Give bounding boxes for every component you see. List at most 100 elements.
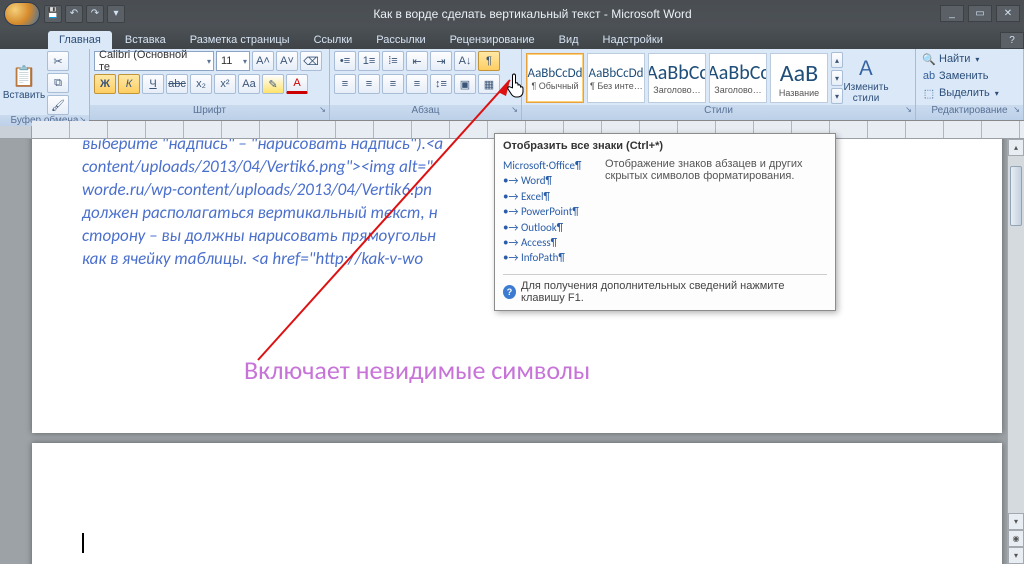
indent-inc-button[interactable]: ⇥ [430,51,452,71]
next-page-button[interactable]: ▾ [1008,547,1024,564]
indent-dec-button[interactable]: ⇤ [406,51,428,71]
doc-line: выберите "надпись" – "нарисовать надпись… [82,139,443,154]
borders-button[interactable]: ▦ [478,74,500,94]
clipboard-icon: 📋 [12,64,37,89]
group-font: Calibri (Основной те 11 A˄ A˅ ⌫ Ж К Ч ab… [90,49,330,120]
styles-scroll-down[interactable]: ▾ [831,70,843,86]
tooltip-desc: Отображение знаков абзацев и других скры… [605,158,827,266]
copy-button[interactable]: ⧉ [47,73,69,93]
tab-references[interactable]: Ссылки [303,31,364,49]
bold-button[interactable]: Ж [94,74,116,94]
text-cursor [82,533,84,553]
doc-line: content/uploads/2013/04/Vertik6.png"><im… [82,156,433,177]
maximize-button[interactable]: ▭ [968,5,992,22]
qat-save-icon[interactable]: 💾 [44,5,62,23]
tooltip-sample: Microsoft·Office¶ •→ Word¶ •→ Excel¶ •→ … [503,158,595,266]
clear-format-button[interactable]: ⌫ [300,51,322,71]
group-paragraph: •≡ 1≡ ⁞≡ ⇤ ⇥ A↓ ¶ ≡ ≡ ≡ ≡ ↕≡ ▣ ▦ Абзац [330,49,522,120]
change-styles-button[interactable]: Ａ Изменить стили [846,53,886,103]
group-editing: 🔍Найти▾ abЗаменить ⬚Выделить▾ Редактиров… [916,49,1024,120]
change-case-button[interactable]: Aa [238,74,260,94]
show-marks-button[interactable]: ¶ [478,51,500,71]
help-icon: ? [503,285,516,299]
find-icon: 🔍 [922,52,936,66]
grow-font-button[interactable]: A˄ [252,51,274,71]
doc-line: сторону – вы должны нарисовать прямоугол… [82,225,436,246]
scroll-down-button[interactable]: ▾ [1008,513,1024,530]
shading-button[interactable]: ▣ [454,74,476,94]
title-bar: 💾 ↶ ↷ ▾ Как в ворде сделать вертикальный… [0,0,1024,27]
paste-button[interactable]: 📋 Вставить [4,58,44,108]
office-button[interactable] [4,2,40,26]
line-spacing-button[interactable]: ↕≡ [430,74,452,94]
bullets-button[interactable]: •≡ [334,51,356,71]
font-color-button[interactable]: A [286,74,308,94]
underline-button[interactable]: Ч [142,74,164,94]
tab-addins[interactable]: Надстройки [592,31,674,49]
qat-undo-icon[interactable]: ↶ [65,5,83,23]
hand-cursor-icon [506,72,528,103]
tab-view[interactable]: Вид [548,31,590,49]
superscript-button[interactable]: x² [214,74,236,94]
qat-more-icon[interactable]: ▾ [107,5,125,23]
format-painter-button[interactable]: 🖌 [47,95,69,115]
prev-page-button[interactable]: ◉ [1008,530,1024,547]
select-button[interactable]: ⬚Выделить▾ [920,85,1001,101]
numbering-button[interactable]: 1≡ [358,51,380,71]
style-title[interactable]: АаВ Название [770,53,828,103]
page-2[interactable] [32,443,1002,564]
close-button[interactable]: ✕ [996,5,1020,22]
quick-access-toolbar: 💾 ↶ ↷ ▾ [44,5,125,23]
group-styles: AaBbCcDd ¶ Обычный AaBbCcDd ¶ Без инте… … [522,49,916,120]
group-clipboard: 📋 Вставить ✂ ⧉ 🖌 Буфер обмена [0,49,90,120]
qat-redo-icon[interactable]: ↷ [86,5,104,23]
style-no-spacing[interactable]: AaBbCcDd ¶ Без инте… [587,53,645,103]
window-title: Как в ворде сделать вертикальный текст -… [125,7,940,21]
help-button[interactable]: ? [1000,32,1024,49]
style-heading2[interactable]: AaBbCc Заголово… [709,53,767,103]
font-family-combo[interactable]: Calibri (Основной те [94,51,214,71]
change-styles-icon: Ａ [856,52,876,81]
cut-button[interactable]: ✂ [47,51,69,71]
doc-line: worde.ru/wp-content/uploads/2013/04/Vert… [82,179,432,200]
vertical-scrollbar[interactable]: ▴ ▾ ◉ ▾ [1007,139,1024,564]
doc-line: должен располагаться вертикальный текст,… [82,202,437,223]
sort-button[interactable]: A↓ [454,51,476,71]
shrink-font-button[interactable]: A˅ [276,51,298,71]
replace-button[interactable]: abЗаменить [920,68,990,84]
styles-scroll-up[interactable]: ▴ [831,52,843,68]
ribbon-tabs: Главная Вставка Разметка страницы Ссылки… [0,27,1024,49]
scroll-track[interactable] [1008,156,1024,513]
tooltip-title: Отобразить все знаки (Ctrl+*) [503,140,827,152]
scroll-up-button[interactable]: ▴ [1008,139,1024,156]
group-label-paragraph: Абзац [330,105,521,120]
select-icon: ⬚ [922,86,936,100]
style-heading1[interactable]: AaBbCc Заголово… [648,53,706,103]
tab-insert[interactable]: Вставка [114,31,177,49]
styles-expand[interactable]: ▾ [831,88,843,104]
window-controls: _ ▭ ✕ [940,5,1020,22]
strike-button[interactable]: abc [166,74,188,94]
highlight-button[interactable]: ✎ [262,74,284,94]
scroll-thumb[interactable] [1010,166,1022,226]
group-label-font: Шрифт [90,105,329,120]
tab-review[interactable]: Рецензирование [439,31,546,49]
tab-layout[interactable]: Разметка страницы [179,31,301,49]
style-normal[interactable]: AaBbCcDd ¶ Обычный [526,53,584,103]
multilevel-button[interactable]: ⁞≡ [382,51,404,71]
font-size-combo[interactable]: 11 [216,51,250,71]
tab-mailings[interactable]: Рассылки [365,31,436,49]
minimize-button[interactable]: _ [940,5,964,22]
tooltip-show-marks: Отобразить все знаки (Ctrl+*) Microsoft·… [494,133,836,311]
replace-icon: ab [922,69,936,83]
subscript-button[interactable]: x₂ [190,74,212,94]
group-label-editing: Редактирование [916,105,1023,120]
find-button[interactable]: 🔍Найти▾ [920,51,981,67]
tab-home[interactable]: Главная [48,31,112,49]
justify-button[interactable]: ≡ [406,74,428,94]
tooltip-footer: ? Для получения дополнительных сведений … [503,274,827,304]
italic-button[interactable]: К [118,74,140,94]
align-left-button[interactable]: ≡ [334,74,356,94]
align-center-button[interactable]: ≡ [358,74,380,94]
align-right-button[interactable]: ≡ [382,74,404,94]
